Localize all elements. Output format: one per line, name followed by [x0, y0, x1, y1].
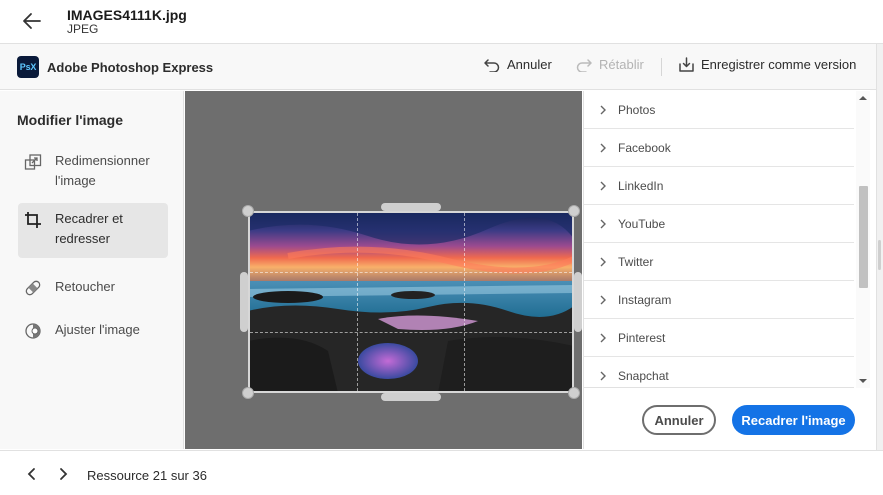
- back-arrow-icon[interactable]: [20, 9, 44, 33]
- crop-handle-bottom-left[interactable]: [242, 387, 254, 399]
- file-type: JPEG: [67, 22, 99, 36]
- download-icon: [679, 57, 694, 72]
- crop-grid-line: [464, 213, 466, 391]
- preset-item-pinterest[interactable]: Pinterest: [584, 319, 854, 357]
- preset-label: Photos: [618, 102, 656, 117]
- tool-adjust[interactable]: Ajuster l'image: [18, 314, 168, 346]
- tool-crop-straighten[interactable]: Recadrer et redresser: [18, 203, 168, 258]
- crop-handle-bottom-right[interactable]: [568, 387, 580, 399]
- cancel-button[interactable]: Annuler: [642, 405, 716, 435]
- scroll-down-arrow-icon[interactable]: [859, 377, 867, 385]
- tool-label: Ajuster l'image: [55, 322, 140, 337]
- panel-title: Modifier l'image: [17, 112, 124, 128]
- save-as-version-label: Enregistrer comme version: [701, 57, 857, 72]
- tool-label: Retoucher: [55, 279, 115, 294]
- scrollbar-thumb[interactable]: [859, 186, 868, 288]
- chevron-right-icon: [600, 143, 606, 152]
- preset-item-linkedin[interactable]: LinkedIn: [584, 167, 854, 205]
- crop-grid-line: [250, 331, 572, 333]
- preset-label: Pinterest: [618, 330, 666, 345]
- undo-button[interactable]: Annuler: [484, 57, 552, 72]
- crop-handle-left[interactable]: [240, 272, 248, 332]
- crop-presets-panel: Photos Facebook LinkedIn YouTube Twitter…: [583, 91, 870, 449]
- preset-item-youtube[interactable]: YouTube: [584, 205, 854, 243]
- resource-navigation: Ressource 21 sur 36: [0, 450, 883, 495]
- redo-button[interactable]: Rétablir: [576, 57, 644, 72]
- adjust-icon: [25, 323, 41, 339]
- tool-label: Recadrer et redresser: [55, 211, 123, 246]
- resource-counter: Ressource 21 sur 36: [87, 468, 207, 483]
- chevron-right-icon: [600, 219, 606, 228]
- chevron-right-icon: [600, 371, 606, 380]
- chevron-right-icon: [600, 105, 606, 114]
- preset-scrollbar[interactable]: [856, 91, 870, 388]
- preset-label: Instagram: [618, 292, 672, 307]
- bandage-icon: [25, 280, 41, 296]
- photoshop-express-logo: PsX: [17, 56, 39, 78]
- redo-label: Rétablir: [599, 57, 644, 72]
- image-canvas[interactable]: [185, 91, 582, 449]
- tool-resize[interactable]: Redimensionner l'image: [18, 145, 168, 197]
- redo-icon: [576, 58, 592, 72]
- next-resource-icon[interactable]: [57, 467, 69, 481]
- preset-label: Snapchat: [618, 368, 669, 383]
- tool-label: Redimensionner l'image: [55, 153, 150, 188]
- scroll-up-arrow-icon[interactable]: [859, 94, 867, 102]
- preset-item-twitter[interactable]: Twitter: [584, 243, 854, 281]
- crop-handle-top-left[interactable]: [242, 205, 254, 217]
- file-name: IMAGES4111K.jpg: [67, 7, 187, 23]
- crop-grid-line: [250, 272, 572, 274]
- preset-list: Photos Facebook LinkedIn YouTube Twitter…: [584, 91, 854, 388]
- preset-item-photos[interactable]: Photos: [584, 91, 854, 129]
- preset-item-snapchat[interactable]: Snapchat: [584, 357, 854, 387]
- undo-icon: [484, 58, 500, 72]
- crop-frame[interactable]: [248, 211, 574, 393]
- crop-icon: [25, 212, 41, 228]
- app-name: Adobe Photoshop Express: [47, 60, 214, 75]
- crop-handle-top[interactable]: [381, 203, 441, 211]
- app-toolbar: PsX Adobe Photoshop Express Annuler Réta…: [0, 44, 876, 90]
- tool-retouch[interactable]: Retoucher: [18, 271, 168, 303]
- crop-handle-top-right[interactable]: [568, 205, 580, 217]
- preset-label: LinkedIn: [618, 178, 664, 193]
- preset-label: YouTube: [618, 216, 666, 231]
- chevron-right-icon: [600, 257, 606, 266]
- crop-handle-bottom[interactable]: [381, 393, 441, 401]
- crop-image-button[interactable]: Recadrer l'image: [732, 405, 855, 435]
- crop-grid-line: [357, 213, 359, 391]
- file-header: IMAGES4111K.jpg JPEG: [0, 0, 883, 44]
- preset-item-facebook[interactable]: Facebook: [584, 129, 854, 167]
- undo-label: Annuler: [507, 57, 552, 72]
- previous-resource-icon[interactable]: [26, 467, 38, 481]
- crop-handle-right[interactable]: [574, 272, 582, 332]
- toolbar-divider: [661, 58, 662, 76]
- preset-label: Facebook: [618, 140, 671, 155]
- save-as-version-button[interactable]: Enregistrer comme version: [679, 57, 856, 72]
- resize-icon: [24, 154, 42, 170]
- chevron-right-icon: [600, 181, 606, 190]
- chevron-right-icon: [600, 295, 606, 304]
- chevron-right-icon: [600, 333, 606, 342]
- edit-tools-panel: Modifier l'image Redimensionner l'image …: [0, 91, 184, 449]
- preset-item-instagram[interactable]: Instagram: [584, 281, 854, 319]
- resize-handle[interactable]: [878, 240, 881, 270]
- preset-label: Twitter: [618, 254, 654, 269]
